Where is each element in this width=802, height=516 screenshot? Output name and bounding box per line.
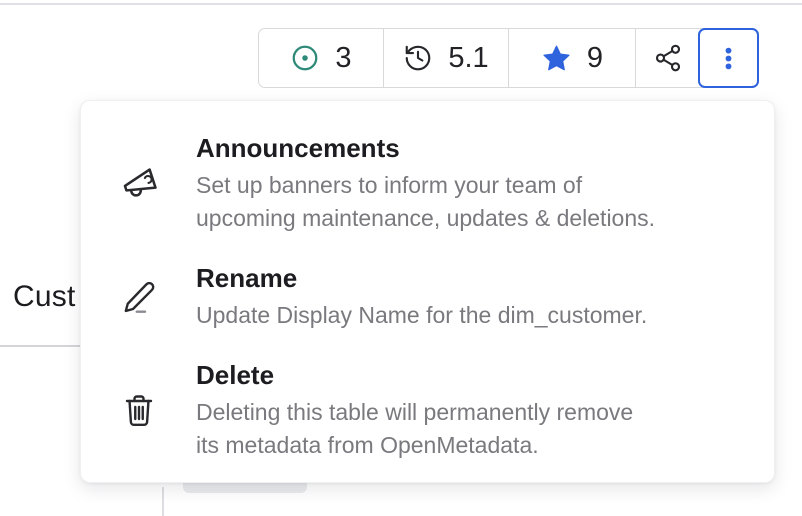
queries-count-button[interactable]: 3 xyxy=(259,29,384,87)
megaphone-icon xyxy=(115,159,163,207)
menu-item-announcements[interactable]: Announcements Set up banners to inform y… xyxy=(119,131,736,235)
manage-menu-button[interactable] xyxy=(698,28,759,88)
menu-item-description: Deleting this table will permanently rem… xyxy=(196,396,736,462)
menu-item-title: Delete xyxy=(196,358,736,392)
version-button[interactable]: 5.1 xyxy=(384,29,509,87)
version-number: 5.1 xyxy=(448,42,488,75)
star-icon xyxy=(541,43,572,74)
share-icon xyxy=(653,43,683,73)
page: Cust 3 5.1 9 xyxy=(0,0,802,516)
menu-item-description: Update Display Name for the dim_customer… xyxy=(196,299,736,332)
background-vertical-divider xyxy=(162,487,164,516)
kebab-icon xyxy=(715,45,742,72)
star-button[interactable]: 9 xyxy=(509,29,636,87)
menu-item-description: Set up banners to inform your team of up… xyxy=(196,169,736,235)
background-element-partial xyxy=(183,483,307,493)
menu-item-delete[interactable]: Delete Deleting this table will permanen… xyxy=(119,358,736,462)
history-icon xyxy=(403,43,433,73)
menu-item-title: Rename xyxy=(196,261,736,295)
trash-icon xyxy=(121,392,157,428)
manage-dropdown-menu: Announcements Set up banners to inform y… xyxy=(80,100,775,483)
background-tab-label[interactable]: Cust xyxy=(13,280,76,314)
share-button[interactable] xyxy=(636,29,699,87)
dot-circle-icon xyxy=(290,43,320,73)
queries-count: 3 xyxy=(335,42,351,75)
menu-item-rename[interactable]: Rename Update Display Name for the dim_c… xyxy=(119,261,736,332)
edit-icon xyxy=(121,279,157,315)
background-tab-underline xyxy=(0,345,92,347)
menu-item-title: Announcements xyxy=(196,131,736,165)
top-divider xyxy=(0,3,802,5)
star-count: 9 xyxy=(587,42,603,75)
table-actions-toolbar: 3 5.1 9 xyxy=(258,28,759,88)
